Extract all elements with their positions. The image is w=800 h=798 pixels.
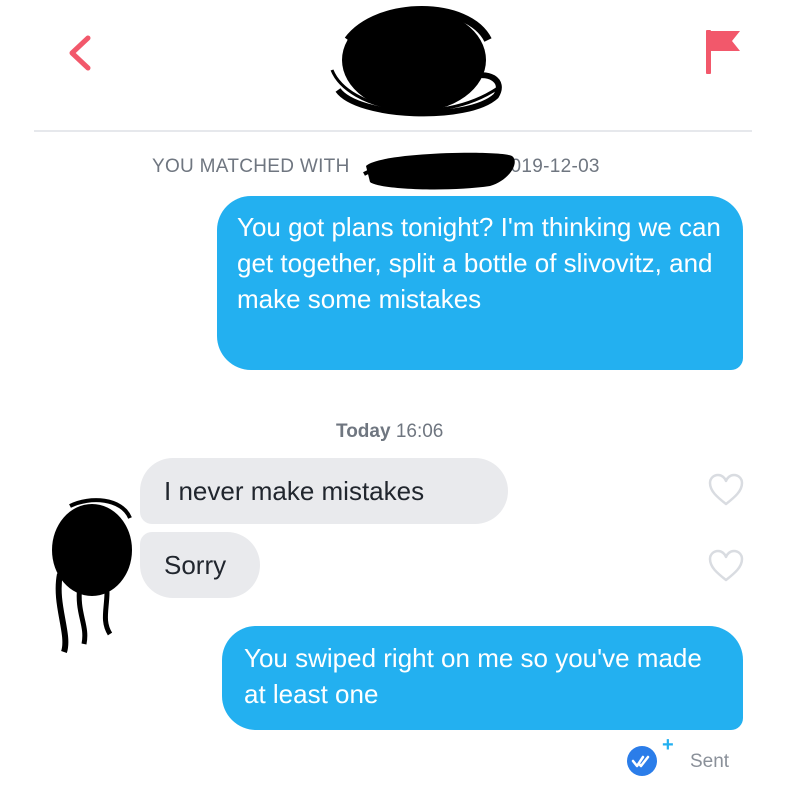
message-bubble-sent[interactable]: You swiped right on me so you've made at… — [222, 626, 743, 730]
chevron-left-icon — [69, 35, 91, 71]
message-bubble-received[interactable]: Sorry — [140, 532, 260, 598]
double-check-icon — [627, 746, 657, 776]
match-prefix: YOU MATCHED WITH — [152, 156, 350, 177]
flag-icon — [706, 30, 740, 74]
message-status: Sent — [690, 751, 730, 772]
redacted-avatar — [330, 6, 502, 117]
message-bubble-sent[interactable]: You got plans tonight? I'm thinking we c… — [217, 196, 743, 370]
back-button[interactable] — [58, 28, 108, 78]
time-separator: Today 16:06 — [336, 421, 443, 443]
heart-icon — [708, 473, 744, 506]
message-bubble-received[interactable]: I never make mistakes — [140, 458, 508, 524]
like-message-button[interactable] — [707, 472, 745, 508]
separator-day: Today — [336, 421, 391, 442]
heart-icon — [708, 549, 744, 582]
redacted-sender-avatar — [52, 498, 132, 653]
report-flag-button[interactable] — [700, 26, 746, 78]
header-divider — [34, 130, 752, 132]
like-message-button[interactable] — [707, 548, 745, 584]
plus-badge: + — [662, 734, 674, 756]
redacted-name — [363, 152, 515, 190]
separator-time: 16:06 — [395, 421, 444, 442]
